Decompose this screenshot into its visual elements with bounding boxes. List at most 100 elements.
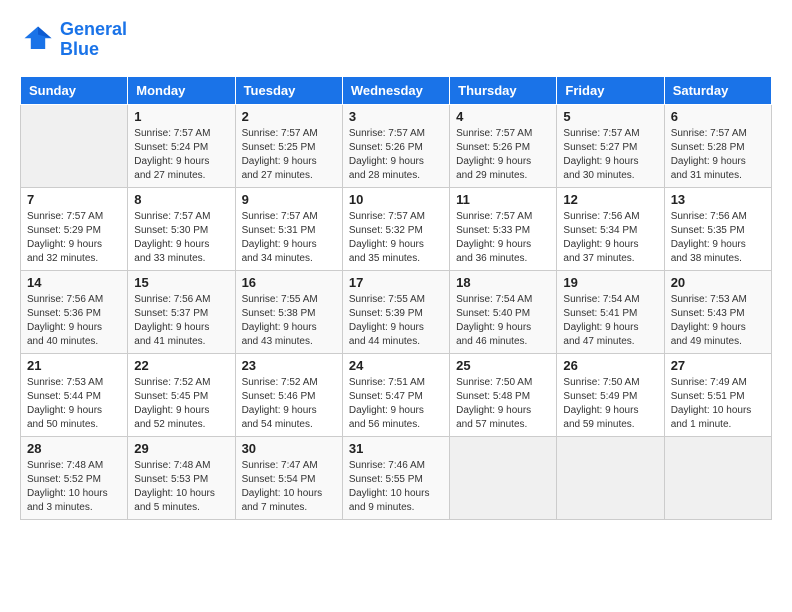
day-cell: 8 Sunrise: 7:57 AMSunset: 5:30 PMDaylight…: [128, 187, 235, 270]
day-info: Sunrise: 7:53 AMSunset: 5:43 PMDaylight:…: [671, 293, 765, 349]
column-header-saturday: Saturday: [664, 76, 771, 104]
day-cell: 22 Sunrise: 7:52 AMSunset: 5:45 PMDayligh…: [128, 353, 235, 436]
day-info: Sunrise: 7:53 AMSunset: 5:44 PMDaylight:…: [27, 376, 121, 432]
day-number: 10: [349, 192, 443, 207]
day-cell: 13Sunrise: 7:56 AMSunset: 5:35 PMDayligh…: [664, 187, 771, 270]
day-number: 20: [671, 275, 765, 290]
day-info: Sunrise: 7:48 AMSunset: 5:53 PMDaylight:…: [134, 459, 228, 515]
column-header-thursday: Thursday: [450, 76, 557, 104]
day-cell: 6 Sunrise: 7:57 AMSunset: 5:28 PMDaylight…: [664, 104, 771, 187]
day-cell: 9 Sunrise: 7:57 AMSunset: 5:31 PMDaylight…: [235, 187, 342, 270]
day-number: 1: [134, 109, 228, 124]
day-cell: 31Sunrise: 7:46 AMSunset: 5:55 PMDayligh…: [342, 436, 449, 519]
day-info: Sunrise: 7:56 AMSunset: 5:36 PMDaylight:…: [27, 293, 121, 349]
day-info: Sunrise: 7:57 AMSunset: 5:31 PMDaylight:…: [242, 210, 336, 266]
column-header-wednesday: Wednesday: [342, 76, 449, 104]
day-info: Sunrise: 7:52 AMSunset: 5:46 PMDaylight:…: [242, 376, 336, 432]
day-info: Sunrise: 7:57 AMSunset: 5:32 PMDaylight:…: [349, 210, 443, 266]
day-number: 25: [456, 358, 550, 373]
day-cell: 14Sunrise: 7:56 AMSunset: 5:36 PMDayligh…: [21, 270, 128, 353]
day-info: Sunrise: 7:54 AMSunset: 5:41 PMDaylight:…: [563, 293, 657, 349]
page-header: General Blue: [20, 20, 772, 60]
day-info: Sunrise: 7:57 AMSunset: 5:33 PMDaylight:…: [456, 210, 550, 266]
day-info: Sunrise: 7:56 AMSunset: 5:35 PMDaylight:…: [671, 210, 765, 266]
day-number: 24: [349, 358, 443, 373]
day-number: 8: [134, 192, 228, 207]
day-cell: [557, 436, 664, 519]
day-number: 31: [349, 441, 443, 456]
day-info: Sunrise: 7:57 AMSunset: 5:25 PMDaylight:…: [242, 127, 336, 183]
day-cell: 7Sunrise: 7:57 AMSunset: 5:29 PMDaylight…: [21, 187, 128, 270]
day-cell: 25 Sunrise: 7:50 AMSunset: 5:48 PMDayligh…: [450, 353, 557, 436]
day-info: Sunrise: 7:57 AMSunset: 5:28 PMDaylight:…: [671, 127, 765, 183]
logo-icon: [20, 22, 56, 58]
day-number: 29: [134, 441, 228, 456]
day-info: Sunrise: 7:47 AMSunset: 5:54 PMDaylight:…: [242, 459, 336, 515]
day-cell: 3 Sunrise: 7:57 AMSunset: 5:26 PMDaylight…: [342, 104, 449, 187]
day-cell: 11 Sunrise: 7:57 AMSunset: 5:33 PMDayligh…: [450, 187, 557, 270]
column-header-friday: Friday: [557, 76, 664, 104]
logo: General Blue: [20, 20, 127, 60]
day-info: Sunrise: 7:49 AMSunset: 5:51 PMDaylight:…: [671, 376, 765, 432]
day-info: Sunrise: 7:55 AMSunset: 5:39 PMDaylight:…: [349, 293, 443, 349]
day-number: 3: [349, 109, 443, 124]
day-info: Sunrise: 7:50 AMSunset: 5:48 PMDaylight:…: [456, 376, 550, 432]
day-cell: 26 Sunrise: 7:50 AMSunset: 5:49 PMDayligh…: [557, 353, 664, 436]
day-info: Sunrise: 7:57 AMSunset: 5:24 PMDaylight:…: [134, 127, 228, 183]
day-number: 9: [242, 192, 336, 207]
day-cell: 27Sunrise: 7:49 AMSunset: 5:51 PMDayligh…: [664, 353, 771, 436]
day-cell: 23 Sunrise: 7:52 AMSunset: 5:46 PMDayligh…: [235, 353, 342, 436]
day-cell: [450, 436, 557, 519]
week-row-5: 28Sunrise: 7:48 AMSunset: 5:52 PMDayligh…: [21, 436, 772, 519]
day-info: Sunrise: 7:56 AMSunset: 5:37 PMDaylight:…: [134, 293, 228, 349]
day-cell: 5 Sunrise: 7:57 AMSunset: 5:27 PMDaylight…: [557, 104, 664, 187]
week-row-3: 14Sunrise: 7:56 AMSunset: 5:36 PMDayligh…: [21, 270, 772, 353]
day-number: 2: [242, 109, 336, 124]
column-header-monday: Monday: [128, 76, 235, 104]
day-number: 7: [27, 192, 121, 207]
column-header-tuesday: Tuesday: [235, 76, 342, 104]
day-cell: 17Sunrise: 7:55 AMSunset: 5:39 PMDayligh…: [342, 270, 449, 353]
day-cell: 1 Sunrise: 7:57 AMSunset: 5:24 PMDaylight…: [128, 104, 235, 187]
day-cell: 30Sunrise: 7:47 AMSunset: 5:54 PMDayligh…: [235, 436, 342, 519]
day-info: Sunrise: 7:57 AMSunset: 5:27 PMDaylight:…: [563, 127, 657, 183]
day-cell: 29 Sunrise: 7:48 AMSunset: 5:53 PMDayligh…: [128, 436, 235, 519]
day-number: 22: [134, 358, 228, 373]
day-number: 11: [456, 192, 550, 207]
day-cell: 18Sunrise: 7:54 AMSunset: 5:40 PMDayligh…: [450, 270, 557, 353]
day-number: 26: [563, 358, 657, 373]
day-number: 15: [134, 275, 228, 290]
column-header-sunday: Sunday: [21, 76, 128, 104]
day-info: Sunrise: 7:51 AMSunset: 5:47 PMDaylight:…: [349, 376, 443, 432]
day-cell: 12 Sunrise: 7:56 AMSunset: 5:34 PMDayligh…: [557, 187, 664, 270]
day-cell: 2 Sunrise: 7:57 AMSunset: 5:25 PMDaylight…: [235, 104, 342, 187]
day-info: Sunrise: 7:57 AMSunset: 5:26 PMDaylight:…: [349, 127, 443, 183]
day-cell: 10 Sunrise: 7:57 AMSunset: 5:32 PMDayligh…: [342, 187, 449, 270]
day-number: 6: [671, 109, 765, 124]
day-cell: 20 Sunrise: 7:53 AMSunset: 5:43 PMDayligh…: [664, 270, 771, 353]
day-info: Sunrise: 7:50 AMSunset: 5:49 PMDaylight:…: [563, 376, 657, 432]
day-number: 16: [242, 275, 336, 290]
day-cell: 21Sunrise: 7:53 AMSunset: 5:44 PMDayligh…: [21, 353, 128, 436]
day-number: 12: [563, 192, 657, 207]
calendar-table: SundayMondayTuesdayWednesdayThursdayFrid…: [20, 76, 772, 520]
day-number: 4: [456, 109, 550, 124]
calendar-header-row: SundayMondayTuesdayWednesdayThursdayFrid…: [21, 76, 772, 104]
week-row-2: 7Sunrise: 7:57 AMSunset: 5:29 PMDaylight…: [21, 187, 772, 270]
week-row-1: 1 Sunrise: 7:57 AMSunset: 5:24 PMDaylight…: [21, 104, 772, 187]
day-info: Sunrise: 7:56 AMSunset: 5:34 PMDaylight:…: [563, 210, 657, 266]
day-number: 23: [242, 358, 336, 373]
day-cell: 16 Sunrise: 7:55 AMSunset: 5:38 PMDayligh…: [235, 270, 342, 353]
week-row-4: 21Sunrise: 7:53 AMSunset: 5:44 PMDayligh…: [21, 353, 772, 436]
day-info: Sunrise: 7:52 AMSunset: 5:45 PMDaylight:…: [134, 376, 228, 432]
day-cell: 19Sunrise: 7:54 AMSunset: 5:41 PMDayligh…: [557, 270, 664, 353]
day-info: Sunrise: 7:55 AMSunset: 5:38 PMDaylight:…: [242, 293, 336, 349]
day-info: Sunrise: 7:57 AMSunset: 5:30 PMDaylight:…: [134, 210, 228, 266]
day-cell: [21, 104, 128, 187]
day-cell: 4Sunrise: 7:57 AMSunset: 5:26 PMDaylight…: [450, 104, 557, 187]
day-cell: 15 Sunrise: 7:56 AMSunset: 5:37 PMDayligh…: [128, 270, 235, 353]
day-info: Sunrise: 7:54 AMSunset: 5:40 PMDaylight:…: [456, 293, 550, 349]
day-cell: [664, 436, 771, 519]
day-number: 5: [563, 109, 657, 124]
day-info: Sunrise: 7:48 AMSunset: 5:52 PMDaylight:…: [27, 459, 121, 515]
